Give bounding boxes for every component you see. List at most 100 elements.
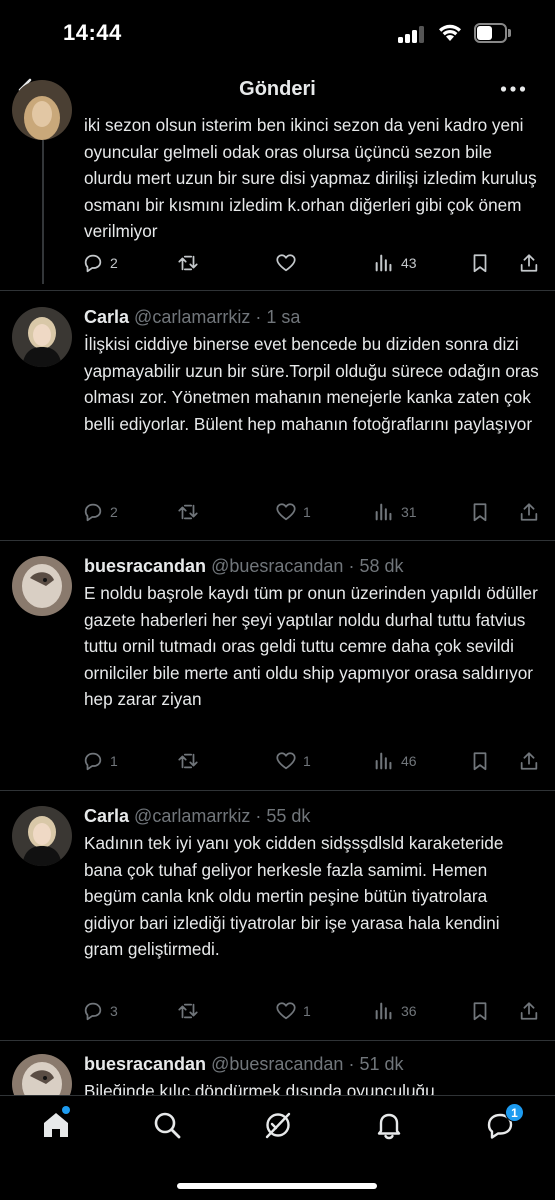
views-icon xyxy=(375,752,392,770)
heart-icon xyxy=(276,752,296,770)
display-name[interactable]: Carla xyxy=(84,806,129,826)
tweet-actions: 2 1 31 xyxy=(82,500,542,524)
share-icon xyxy=(520,503,538,521)
views-button[interactable]: 46 xyxy=(373,749,417,773)
repost-icon xyxy=(178,753,198,769)
heart-icon xyxy=(276,1002,296,1020)
like-count: 1 xyxy=(303,753,311,769)
timestamp: · 1 sa xyxy=(255,307,301,327)
reply-button[interactable]: 1 xyxy=(82,749,118,773)
like-button[interactable]: 1 xyxy=(275,749,311,773)
share-button[interactable] xyxy=(518,749,540,773)
display-name[interactable]: Carla xyxy=(84,307,129,327)
repost-button[interactable] xyxy=(177,999,199,1023)
share-icon xyxy=(520,254,538,272)
reply-icon xyxy=(84,752,102,771)
like-button[interactable]: 1 xyxy=(275,500,311,524)
tweet-actions: 2 43 xyxy=(82,251,542,275)
reply-button[interactable]: 2 xyxy=(82,251,118,275)
like-button[interactable] xyxy=(275,251,297,275)
share-icon xyxy=(520,752,538,770)
avatar[interactable] xyxy=(12,80,72,140)
like-count: 1 xyxy=(303,504,311,520)
tweet-text: İlişkisi ciddiye binerse evet bencede bu… xyxy=(84,334,539,434)
home-indicator xyxy=(177,1183,377,1189)
reply-count: 3 xyxy=(110,1003,118,1019)
repost-icon xyxy=(178,1003,198,1019)
tweet-text: Kadının tek iyi yanı yok cidden sidşsşdl… xyxy=(84,833,504,959)
bookmark-icon xyxy=(473,254,487,273)
grok-icon[interactable] xyxy=(263,1110,293,1140)
like-count: 1 xyxy=(303,1003,311,1019)
bookmark-icon xyxy=(473,1002,487,1021)
repost-icon xyxy=(178,504,198,520)
display-name[interactable]: buesracandan xyxy=(84,556,206,576)
repost-button[interactable] xyxy=(177,749,199,773)
views-icon xyxy=(375,254,392,272)
tweet-text: Bileğinde kılıç döndürmek dışında oyuncu… xyxy=(84,1081,435,1095)
timestamp: · 51 dk xyxy=(348,1054,404,1074)
views-icon xyxy=(375,1002,392,1020)
bookmark-button[interactable] xyxy=(469,251,491,275)
user-handle[interactable]: @carlamarrkiz xyxy=(134,806,250,826)
tweet-item[interactable]: buesracandan @buesracandan · 51 dk Bileğ… xyxy=(0,1041,555,1095)
tweet-header: buesracandan @buesracandan · 51 dk xyxy=(84,1054,403,1075)
like-button[interactable]: 1 xyxy=(275,999,311,1023)
tweet-header: Carla @carlamarrkiz · 55 dk xyxy=(84,806,310,827)
repost-button[interactable] xyxy=(177,500,199,524)
tweet-text: iki sezon olsun isterim ben ikinci sezon… xyxy=(84,115,537,241)
tweet-actions: 1 1 46 xyxy=(82,749,542,773)
notifications-bell-icon[interactable] xyxy=(374,1110,404,1140)
reply-count: 1 xyxy=(110,753,118,769)
home-icon[interactable] xyxy=(41,1110,71,1140)
bookmark-button[interactable] xyxy=(469,749,491,773)
bookmark-button[interactable] xyxy=(469,500,491,524)
repost-icon xyxy=(178,255,198,271)
search-icon[interactable] xyxy=(152,1110,182,1140)
views-button[interactable]: 31 xyxy=(373,500,417,524)
view-count: 31 xyxy=(401,504,417,520)
share-button[interactable] xyxy=(518,251,540,275)
reply-count: 2 xyxy=(110,255,118,271)
tweet-header: Carla @carlamarrkiz · 1 sa xyxy=(84,307,300,328)
tweet-item[interactable]: buesracandan @buesracandan · 58 dk E nol… xyxy=(0,541,555,791)
user-handle[interactable]: @buesracandan xyxy=(211,556,343,576)
view-count: 36 xyxy=(401,1003,417,1019)
views-button[interactable]: 43 xyxy=(373,251,417,275)
messages-badge: 1 xyxy=(505,1103,524,1122)
views-button[interactable]: 36 xyxy=(373,999,417,1023)
user-handle[interactable]: @carlamarrkiz xyxy=(134,307,250,327)
bookmark-button[interactable] xyxy=(469,999,491,1023)
avatar[interactable] xyxy=(12,806,72,866)
reply-count: 2 xyxy=(110,504,118,520)
view-count: 46 xyxy=(401,753,417,769)
bookmark-icon xyxy=(473,752,487,771)
thread-line xyxy=(42,140,44,284)
tweet-item[interactable]: Carla @carlamarrkiz · 1 sa İlişkisi cidd… xyxy=(0,291,555,541)
avatar[interactable] xyxy=(12,307,72,367)
view-count: 43 xyxy=(401,255,417,271)
share-icon xyxy=(520,1002,538,1020)
repost-button[interactable] xyxy=(177,251,199,275)
share-button[interactable] xyxy=(518,999,540,1023)
tweet-text: E noldu başrole kaydı tüm pr onun üzerin… xyxy=(84,583,538,709)
reply-icon xyxy=(84,1002,102,1021)
tweet-header: buesracandan @buesracandan · 58 dk xyxy=(84,556,403,577)
tweet-item[interactable]: Carla @carlamarrkiz · 55 dk Kadının tek … xyxy=(0,791,555,1041)
display-name[interactable]: buesracandan xyxy=(84,1054,206,1074)
heart-icon xyxy=(276,503,296,521)
user-handle[interactable]: @buesracandan xyxy=(211,1054,343,1074)
share-button[interactable] xyxy=(518,500,540,524)
reply-button[interactable]: 2 xyxy=(82,500,118,524)
reply-icon xyxy=(84,503,102,522)
home-notification-dot xyxy=(62,1106,70,1114)
avatar[interactable] xyxy=(12,1054,72,1095)
timestamp: · 58 dk xyxy=(348,556,404,576)
avatar[interactable] xyxy=(12,556,72,616)
heart-icon xyxy=(276,254,296,272)
reply-button[interactable]: 3 xyxy=(82,999,118,1023)
views-icon xyxy=(375,503,392,521)
bookmark-icon xyxy=(473,503,487,522)
tweet-actions: 3 1 36 xyxy=(82,999,542,1023)
tweet-item[interactable]: iki sezon olsun isterim ben ikinci sezon… xyxy=(0,0,555,290)
